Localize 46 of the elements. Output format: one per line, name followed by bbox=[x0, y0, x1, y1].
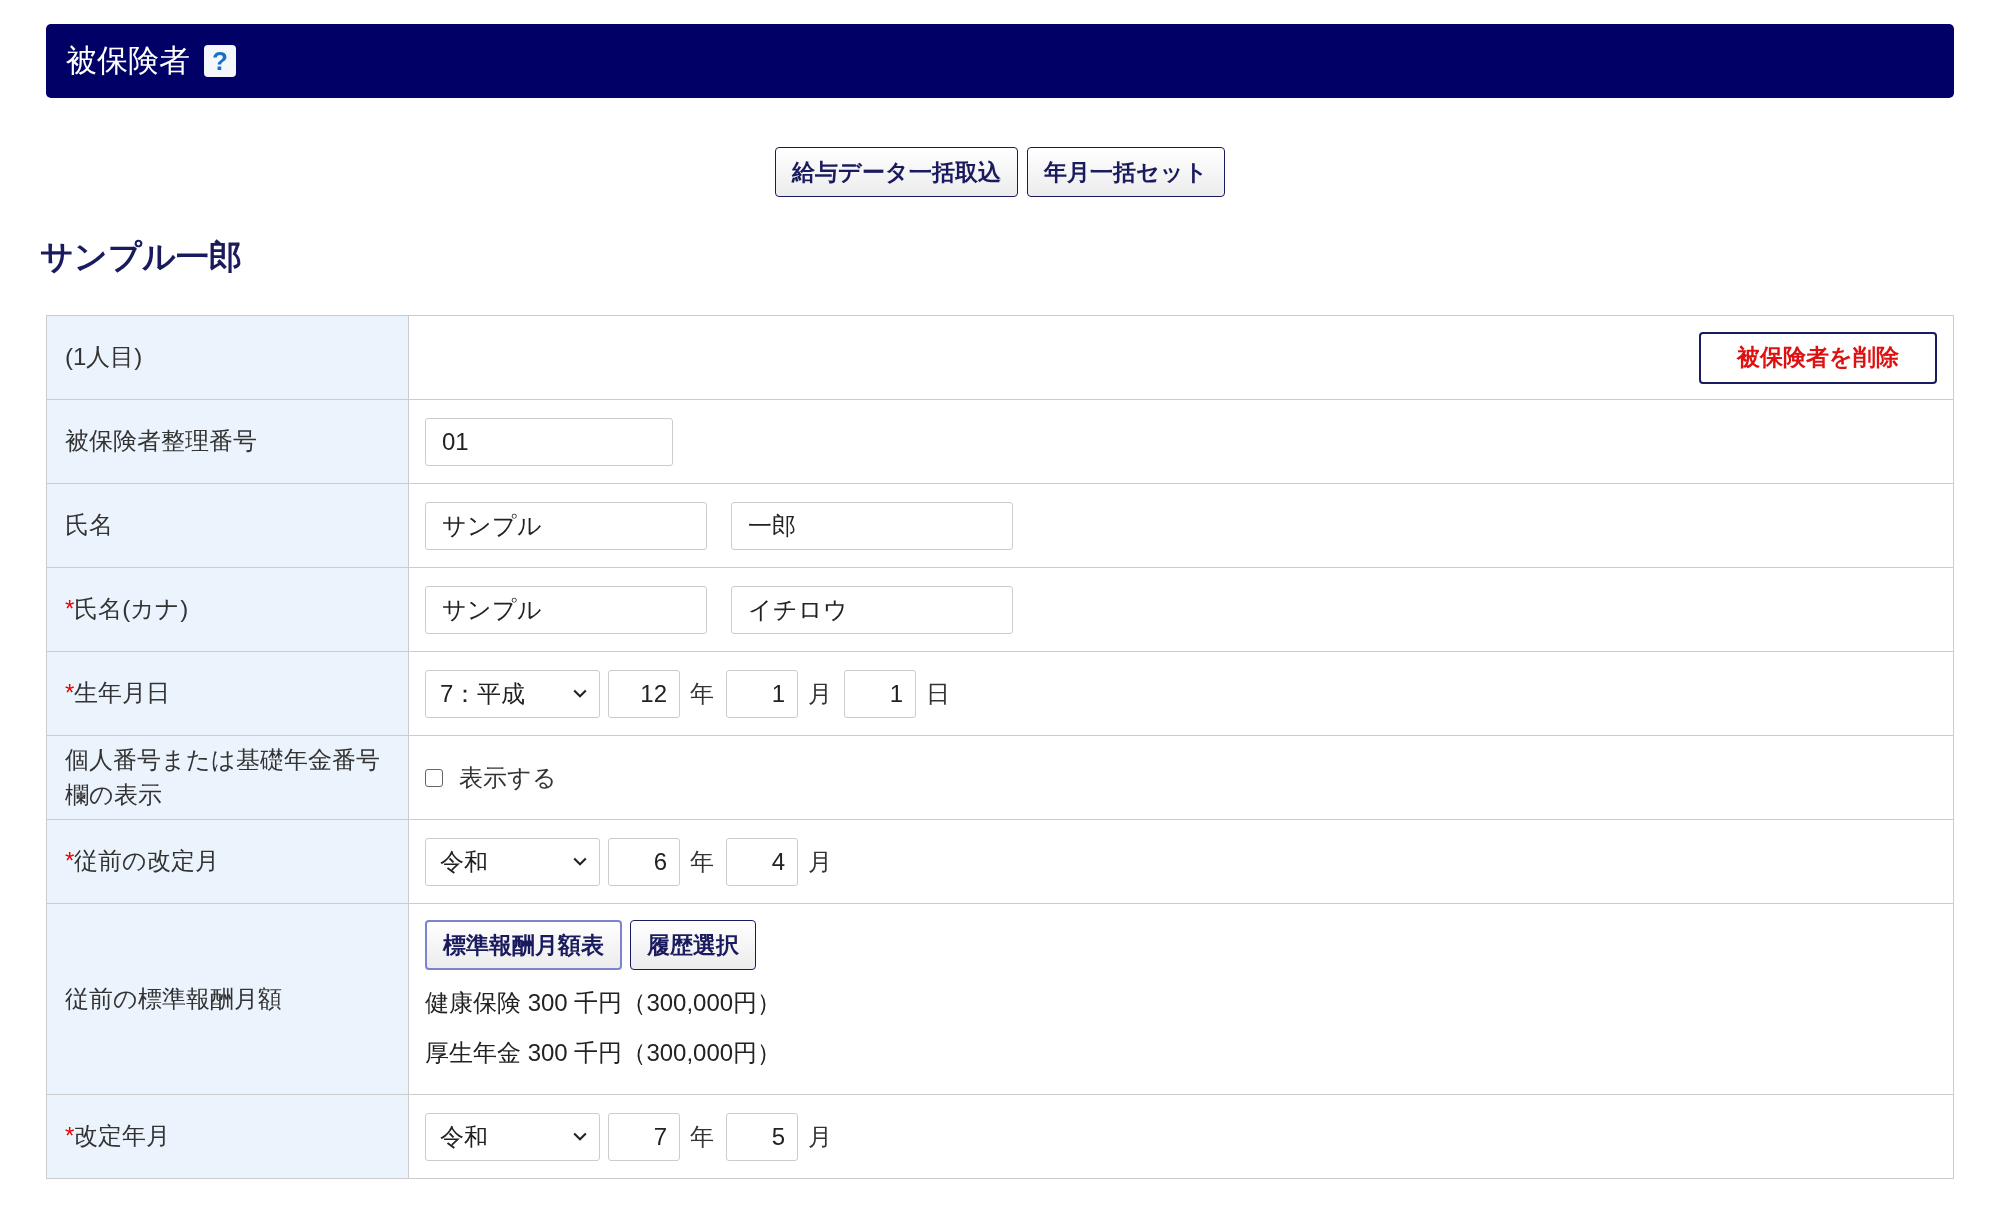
era-select[interactable]: 7：平成 bbox=[425, 669, 600, 718]
number-field[interactable]: 1 bbox=[844, 669, 916, 718]
section-title: 被保険者 bbox=[66, 42, 190, 80]
era-select[interactable]: 令和 bbox=[425, 837, 600, 886]
toolbar-button[interactable]: 年月一括セット bbox=[1027, 147, 1225, 197]
chevron-down-icon bbox=[573, 1131, 587, 1142]
checkbox-label[interactable]: 表示する bbox=[459, 761, 557, 794]
number-field[interactable]: 5 bbox=[726, 1112, 798, 1161]
field-label: 従前の標準報酬月額 bbox=[47, 904, 409, 1094]
text-field[interactable]: 01 bbox=[425, 417, 673, 466]
salary-button[interactable]: 標準報酬月額表 bbox=[425, 920, 622, 970]
chevron-down-icon bbox=[573, 856, 587, 867]
unit-label: 日 bbox=[926, 678, 950, 709]
help-button[interactable]: ? bbox=[204, 45, 236, 77]
unit-label: 年 bbox=[690, 846, 714, 877]
checkbox[interactable] bbox=[425, 768, 443, 787]
field-label: (1人目) bbox=[47, 316, 409, 399]
field-label: *従前の改定月 bbox=[47, 820, 409, 903]
field-label: 氏名 bbox=[47, 484, 409, 567]
person-name: サンプル一郎 bbox=[40, 237, 243, 277]
salary-text: 厚生年金 300 千円（300,000円） bbox=[425, 1038, 782, 1068]
number-field[interactable]: 6 bbox=[608, 837, 680, 886]
field-label: *改定年月 bbox=[47, 1095, 409, 1178]
field-label: *氏名(カナ) bbox=[47, 568, 409, 651]
salary-button[interactable]: 履歴選択 bbox=[630, 920, 756, 970]
number-field[interactable]: 1 bbox=[726, 669, 798, 718]
text-field[interactable]: イチロウ bbox=[731, 585, 1013, 634]
number-field[interactable]: 4 bbox=[726, 837, 798, 886]
field-label: 被保険者整理番号 bbox=[47, 400, 409, 483]
field-label: 個人番号または基礎年金番号欄の表示 bbox=[47, 736, 409, 819]
delete-button[interactable]: 被保険者を削除 bbox=[1699, 331, 1937, 384]
field-label: *生年月日 bbox=[47, 652, 409, 735]
salary-text: 健康保険 300 千円（300,000円） bbox=[425, 988, 782, 1018]
number-field[interactable]: 12 bbox=[608, 669, 680, 718]
text-field[interactable]: 一郎 bbox=[731, 501, 1013, 550]
unit-label: 月 bbox=[808, 678, 832, 709]
text-field[interactable]: サンプル bbox=[425, 501, 707, 550]
unit-label: 月 bbox=[808, 1121, 832, 1152]
text-field[interactable]: サンプル bbox=[425, 585, 707, 634]
unit-label: 年 bbox=[690, 1121, 714, 1152]
unit-label: 年 bbox=[690, 678, 714, 709]
era-select[interactable]: 令和 bbox=[425, 1112, 600, 1161]
toolbar-button[interactable]: 給与データ一括取込 bbox=[775, 147, 1018, 197]
unit-label: 月 bbox=[808, 846, 832, 877]
chevron-down-icon bbox=[573, 688, 587, 699]
number-field[interactable]: 7 bbox=[608, 1112, 680, 1161]
